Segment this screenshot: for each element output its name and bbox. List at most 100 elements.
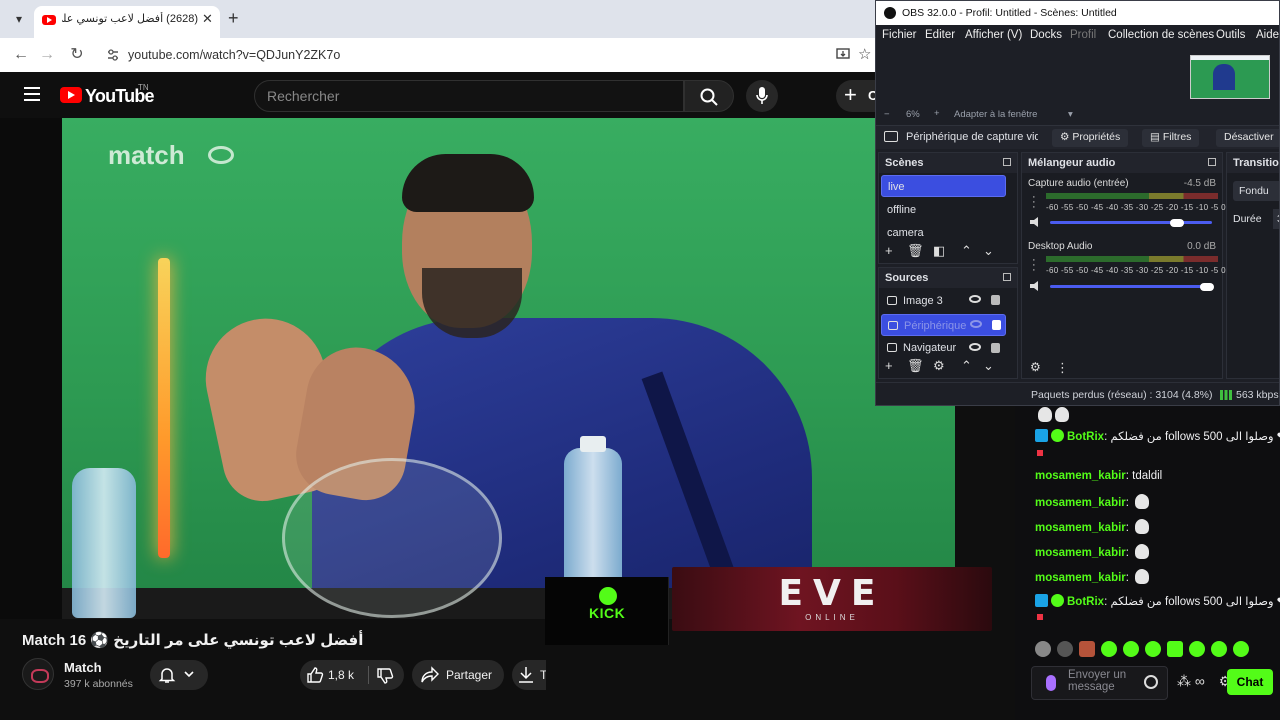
hamburger-menu-icon[interactable] [24,87,40,101]
new-tab-icon[interactable]: + [228,9,239,27]
scene-item[interactable]: live [881,175,1006,197]
more-options-icon[interactable]: · · · [1032,192,1036,213]
speaker-icon[interactable] [1030,217,1038,227]
menu-profil[interactable]: Profil [1070,29,1096,41]
emote-icon[interactable] [1167,641,1183,657]
thumbs-up-icon[interactable] [306,666,324,684]
kick-banner[interactable]: KICK [545,577,669,645]
filters-button[interactable]: ▤ Filtres [1142,129,1200,147]
add-icon[interactable]: + [885,243,893,258]
fit-window-button[interactable]: Adapter à la fenêtre [954,109,1037,120]
chat-username[interactable]: mosamem_kabir [1035,547,1126,559]
volume-slider[interactable] [1050,221,1212,224]
install-app-icon[interactable] [836,47,850,61]
add-icon[interactable]: + [885,358,893,373]
properties-button[interactable]: ⚙ Propriétés [1052,129,1129,147]
voice-search-button[interactable] [746,80,778,112]
site-settings-icon[interactable] [106,48,120,62]
forward-icon[interactable]: → [36,44,58,66]
menu-collection[interactable]: Collection de scènes [1108,29,1214,41]
emoji-picker-icon[interactable] [1144,675,1158,689]
lock-icon[interactable] [991,343,1000,353]
scene-item[interactable]: offline [881,199,1006,221]
obs-preview[interactable] [876,47,1279,105]
gear-icon[interactable]: ⚙ [933,358,945,374]
chat-username[interactable]: BotRix [1067,431,1104,443]
search-button[interactable] [684,80,734,112]
more-options-icon[interactable]: ⋮ [1056,360,1069,376]
like-count[interactable]: 1,8 k [328,668,354,682]
send-chat-button[interactable]: Chat [1227,669,1273,695]
source-item[interactable]: Périphérique [881,314,1006,336]
menu-afficher[interactable]: Afficher (V) [965,29,1022,41]
chat-username[interactable]: BotRix [1067,596,1104,608]
scene-filter-icon[interactable]: ◧ [933,243,945,259]
bookmark-star-icon[interactable]: ☆ [858,45,871,63]
users-icon[interactable]: ⁂ [1177,673,1191,689]
source-item[interactable]: Image 3 [881,290,1006,312]
menu-fichier[interactable]: Fichier [882,29,917,41]
eye-icon[interactable] [969,343,981,351]
share-button[interactable]: Partager [412,660,504,690]
volume-knob[interactable] [1200,283,1214,291]
channel-avatar[interactable] [22,658,54,690]
back-icon[interactable]: ← [10,44,32,66]
menu-editer[interactable]: Editer [925,29,955,41]
chevron-up-icon[interactable]: ⌃ [961,243,972,259]
emote-icon[interactable] [1035,641,1051,657]
zoom-out-button[interactable]: − [884,109,890,120]
chat-username[interactable]: mosamem_kabir [1035,470,1126,482]
browser-tab[interactable]: (2628) أفضل لاعب تونسي على م... ✕ [34,6,220,38]
deactivate-button[interactable]: Désactiver [1216,129,1279,147]
tab-list-button[interactable]: ▾ [8,8,30,30]
chevron-down-icon[interactable]: ▾ [1068,109,1073,120]
search-input[interactable]: Rechercher [254,80,684,112]
chat-input[interactable]: Envoyer un message [1031,666,1168,700]
chevron-down-icon[interactable]: ⌄ [983,243,994,259]
emote-icon[interactable] [1211,641,1227,657]
eye-icon[interactable] [970,320,982,328]
trash-icon[interactable]: 🗑 [907,243,924,259]
emote-icon[interactable] [1057,641,1073,657]
undock-icon[interactable] [1003,273,1011,281]
chevron-up-icon[interactable]: ⌃ [961,358,972,374]
menu-aide[interactable]: Aide [1256,29,1279,41]
eye-icon[interactable] [969,295,981,303]
emote-icon[interactable] [1189,641,1205,657]
chat-mic-icon[interactable] [1046,675,1056,691]
trash-icon[interactable]: 🗑 [907,358,924,374]
volume-knob[interactable] [1170,219,1184,227]
emote-icon[interactable] [1145,641,1161,657]
channel-name[interactable]: Match [64,660,102,675]
menu-outils[interactable]: Outils [1216,29,1245,41]
chat-username[interactable]: mosamem_kabir [1035,522,1126,534]
emote-icon[interactable] [1233,641,1249,657]
speaker-icon[interactable] [1030,281,1038,291]
menu-docks[interactable]: Docks [1030,29,1062,41]
emote-icon[interactable] [1123,641,1139,657]
lock-icon[interactable] [991,295,1000,305]
lock-icon[interactable] [992,320,1001,330]
transition-select[interactable]: Fondu [1233,181,1279,201]
download-button[interactable]: T [512,660,546,690]
reload-icon[interactable]: ↻ [66,44,88,66]
infinity-icon[interactable]: ∞ [1195,673,1205,689]
scene-item[interactable]: camera [881,223,1006,239]
volume-slider[interactable] [1050,285,1212,288]
video-player[interactable]: match [0,118,955,619]
undock-icon[interactable] [1003,158,1011,166]
more-options-icon[interactable]: · · · [1032,255,1036,276]
chat-username[interactable]: mosamem_kabir [1035,497,1126,509]
advanced-audio-icon[interactable]: ⚙ [1030,360,1041,374]
chat-username[interactable]: mosamem_kabir [1035,572,1126,584]
emote-icon[interactable] [1079,641,1095,657]
emote-icon[interactable] [1101,641,1117,657]
chevron-down-icon[interactable]: ⌄ [983,358,994,374]
address-bar[interactable]: youtube.com/watch?v=QDJunY2ZK7o ☆ [98,42,871,68]
duration-input[interactable]: 30 [1273,209,1279,229]
close-tab-icon[interactable]: ✕ [202,11,213,27]
source-item[interactable]: Navigateur [881,338,1006,354]
thumbs-down-icon[interactable] [376,667,394,685]
notifications-button[interactable] [150,660,208,690]
zoom-in-button[interactable]: + [934,108,940,119]
